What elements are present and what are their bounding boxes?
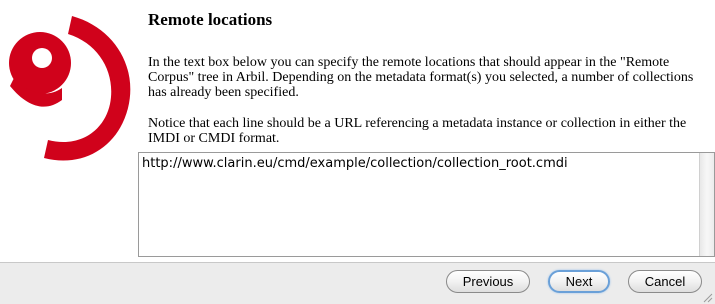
- intro-paragraph: In the text box below you can specify th…: [148, 55, 694, 100]
- resize-grip-icon[interactable]: [701, 290, 713, 303]
- next-button[interactable]: Next: [548, 270, 610, 293]
- textarea-scrollbar[interactable]: [699, 153, 714, 256]
- clarin-logo: [0, 8, 136, 168]
- page-title: Remote locations: [148, 10, 273, 29]
- notice-paragraph: Notice that each line should be a URL re…: [148, 116, 687, 146]
- cancel-button[interactable]: Cancel: [628, 270, 702, 293]
- remote-locations-textarea[interactable]: [139, 153, 700, 256]
- previous-button[interactable]: Previous: [446, 270, 530, 293]
- remote-locations-field-frame: [138, 152, 715, 257]
